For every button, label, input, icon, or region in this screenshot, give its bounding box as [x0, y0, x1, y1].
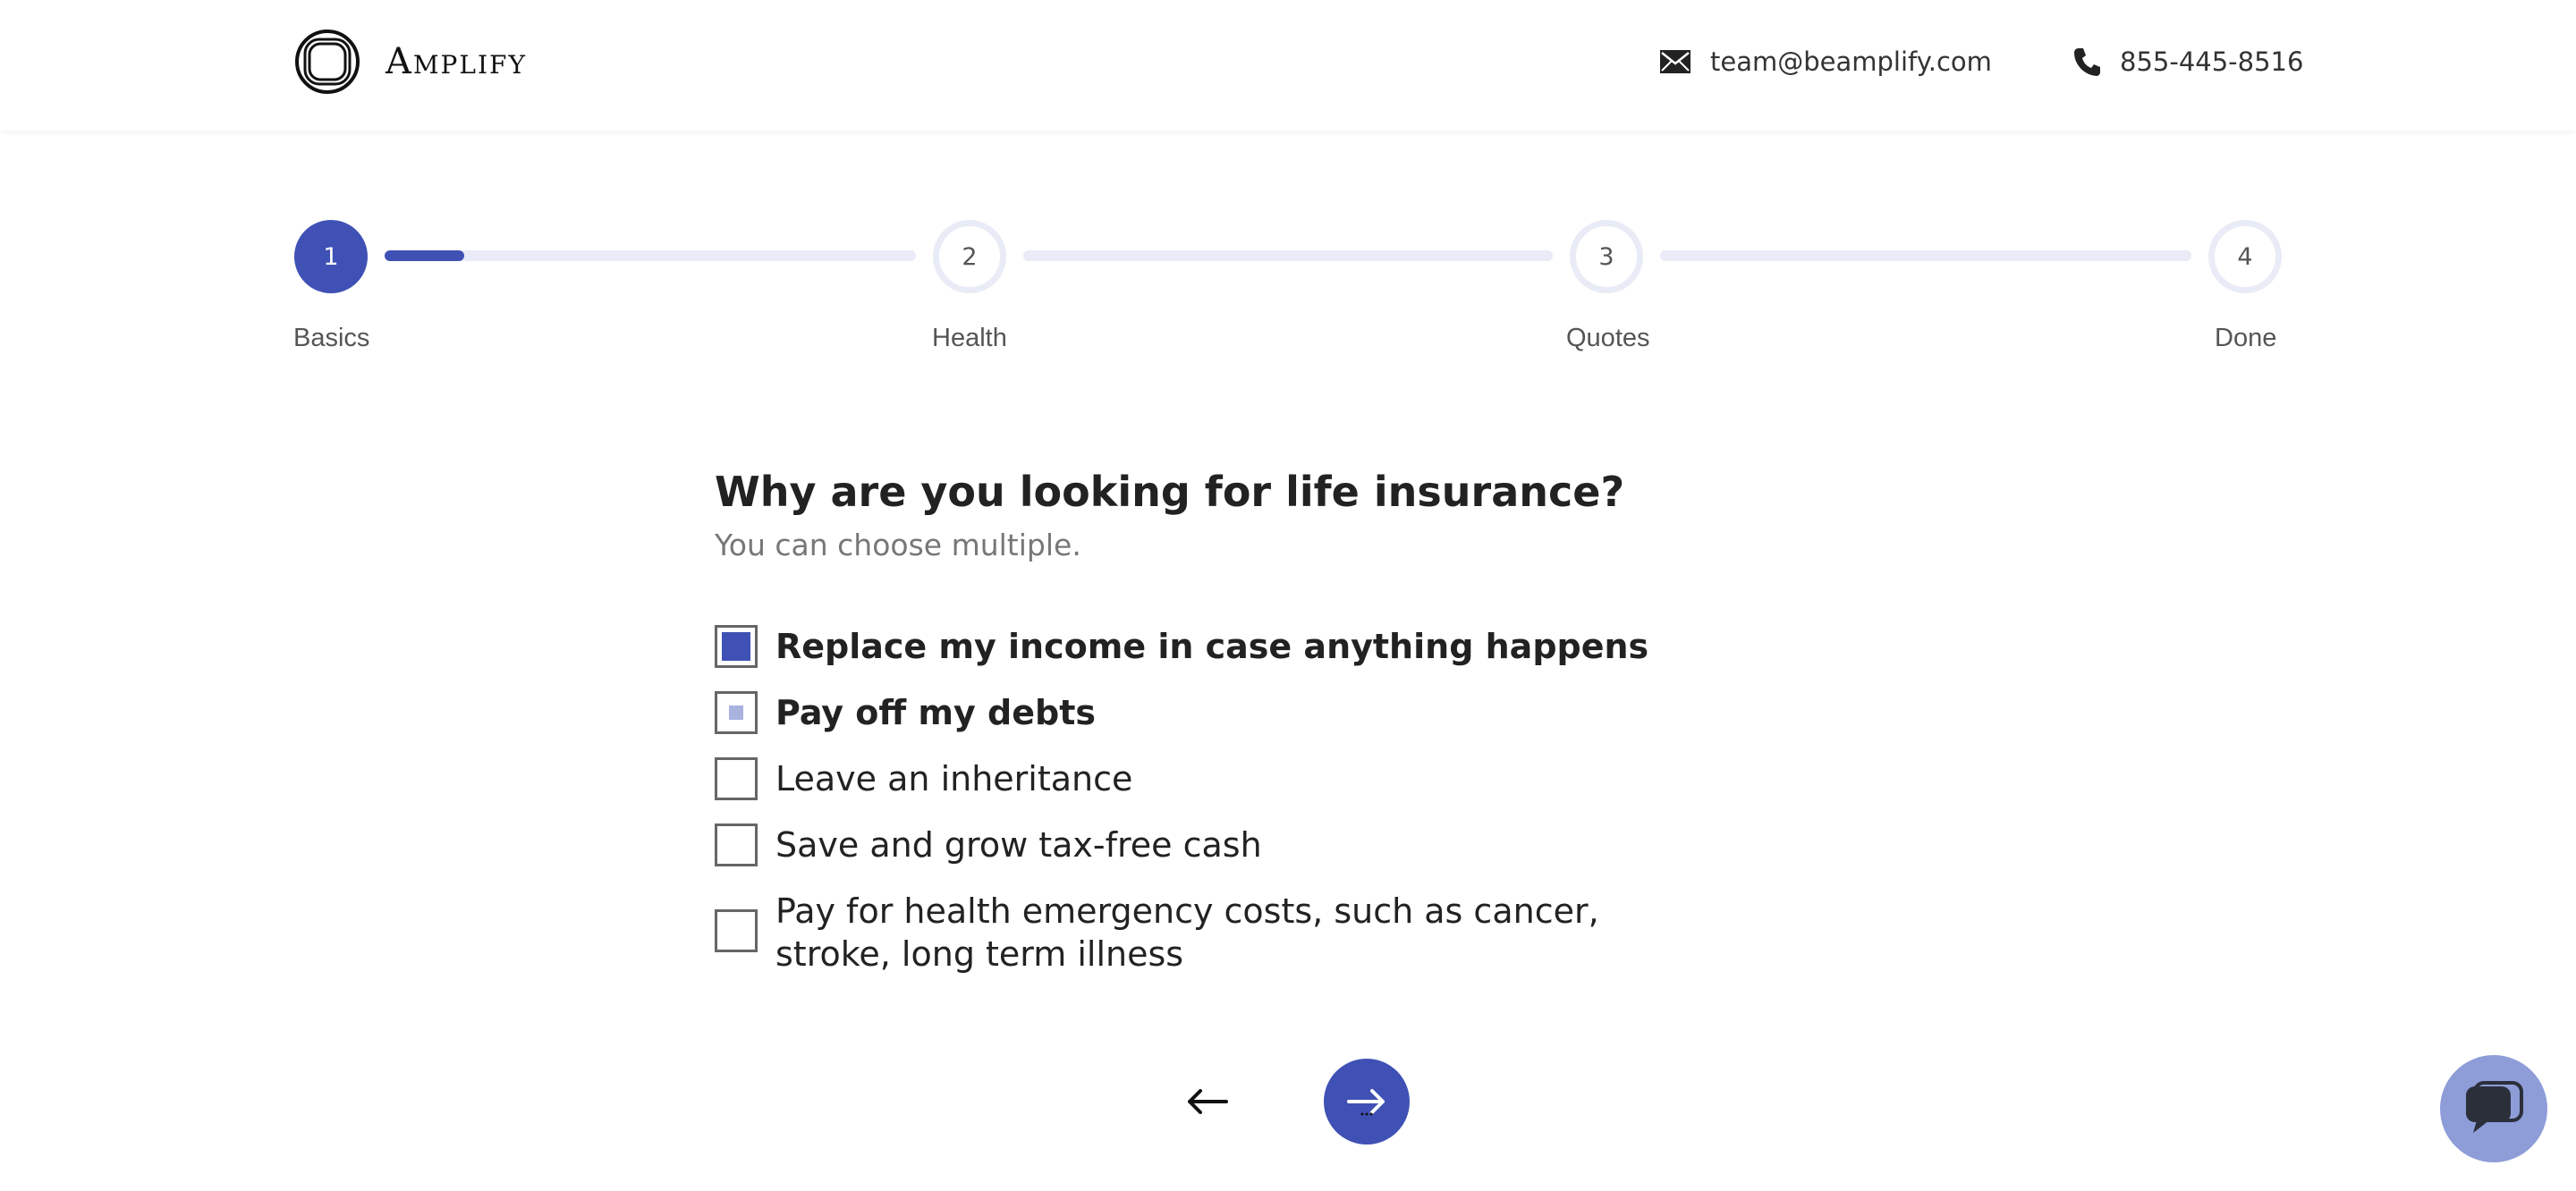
option-checkbox[interactable] [715, 909, 758, 952]
option-label: Replace my income in case anything happe… [775, 627, 1649, 666]
step-2-circle: 2 [933, 220, 1006, 293]
arrow-left-icon [1188, 1089, 1228, 1114]
checkbox-mark [722, 632, 750, 661]
step-4-label: Done [2215, 324, 2277, 352]
amplify-logo-icon [295, 30, 360, 94]
option-label: Pay for health emergency costs, such as … [775, 891, 1599, 974]
option-checkbox[interactable] [715, 691, 758, 734]
checkbox-mark [729, 705, 743, 720]
arrow-right-icon [1347, 1089, 1385, 1116]
option-tax-free-cash[interactable]: Save and grow tax-free cash [715, 824, 1670, 866]
option-health-emergency[interactable]: Pay for health emergency costs, such as … [715, 890, 1670, 976]
step-2-number: 2 [962, 242, 978, 271]
option-checkbox[interactable] [715, 824, 758, 866]
step-2-label: Health [932, 324, 1007, 352]
progress-fill-1 [385, 250, 465, 261]
next-button[interactable] [1324, 1059, 1410, 1145]
question-title: Why are you looking for life insurance? [715, 468, 1625, 516]
brand-logo[interactable]: Amplify [294, 29, 527, 95]
step-4-circle: 4 [2208, 220, 2282, 293]
progress-track-2 [1023, 250, 1553, 261]
phone-icon [2074, 48, 2100, 76]
contact-email[interactable]: team@beamplify.com [1660, 46, 1992, 77]
step-3-circle: 3 [1570, 220, 1643, 293]
option-inheritance[interactable]: Leave an inheritance [715, 757, 1670, 800]
step-4-number: 4 [2237, 242, 2253, 271]
option-label: Leave an inheritance [775, 759, 1133, 798]
contact-phone[interactable]: 855-445-8516 [2073, 46, 2303, 77]
brand-name: Amplify [386, 41, 527, 82]
option-checkbox[interactable] [715, 757, 758, 800]
step-1-label: Basics [293, 324, 370, 352]
email-link[interactable]: team@beamplify.com [1710, 46, 1992, 77]
site-header: Amplify team@beamplify.com 855-445-8516 [0, 0, 2576, 131]
progress-track-3 [1660, 250, 2191, 261]
phone-link[interactable]: 855-445-8516 [2120, 46, 2303, 77]
option-pay-debts[interactable]: Pay off my debts [715, 691, 1670, 734]
step-3-number: 3 [1598, 242, 1614, 271]
option-checkbox[interactable] [715, 625, 758, 668]
envelope-icon [1660, 50, 1690, 73]
step-1-circle: 1 [294, 220, 368, 293]
back-button[interactable] [1184, 1078, 1231, 1125]
chat-bubble-icon [2466, 1081, 2523, 1133]
question-hint: You can choose multiple. [715, 528, 1081, 562]
step-3-label: Quotes [1566, 324, 1650, 352]
option-label: Save and grow tax-free cash [775, 825, 1262, 865]
option-label: Pay off my debts [775, 693, 1096, 732]
step-1-number: 1 [323, 242, 339, 271]
progress-track-1 [385, 250, 916, 261]
chat-widget-button[interactable] [2440, 1055, 2547, 1162]
option-replace-income[interactable]: Replace my income in case anything happe… [715, 625, 1670, 668]
